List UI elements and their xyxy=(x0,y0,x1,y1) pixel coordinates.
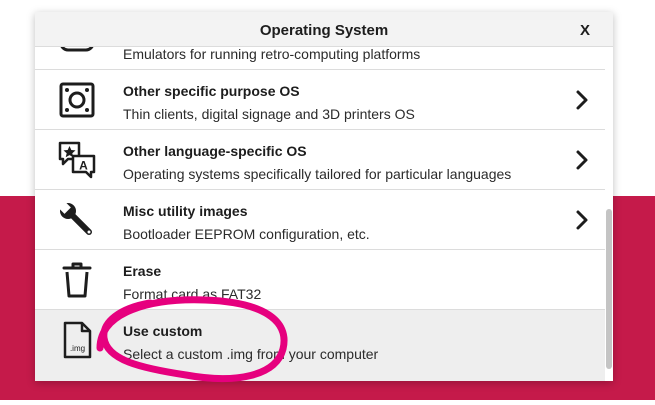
language-icon: A xyxy=(58,141,96,179)
gamepad-icon xyxy=(60,47,94,52)
scrollbar-thumb[interactable] xyxy=(606,209,612,369)
trash-icon xyxy=(62,262,92,298)
list-item-use-custom[interactable]: .img Use custom Select a custom .img fro… xyxy=(35,310,605,381)
page-background-bottom xyxy=(0,400,655,405)
chevron-right-icon xyxy=(576,210,588,230)
list-item-title: Use custom xyxy=(123,323,203,339)
list-item-misc-utility[interactable]: Misc utility images Bootloader EEPROM co… xyxy=(35,190,605,250)
svg-text:A: A xyxy=(79,159,88,173)
list-item-emulation[interactable]: Emulators for running retro-computing pl… xyxy=(35,47,605,70)
list-item-title: Other language-specific OS xyxy=(123,143,307,159)
list-item-title: Other specific purpose OS xyxy=(123,83,300,99)
list-item-description: Select a custom .img from your computer xyxy=(123,346,379,362)
dialog-titlebar: Operating System X xyxy=(35,12,613,47)
chevron-right-icon xyxy=(576,150,588,170)
list-item-description: Format card as FAT32 xyxy=(123,286,262,302)
wrench-icon xyxy=(58,201,92,235)
list-item-description: Thin clients, digital signage and 3D pri… xyxy=(123,106,415,122)
list-item-language-specific[interactable]: A Other language-specific OS Operating s… xyxy=(35,130,605,190)
os-select-dialog: Operating System X Emulators for running… xyxy=(35,12,613,381)
list-item-description: Emulators for running retro-computing pl… xyxy=(123,47,421,62)
list-item-description: Bootloader EEPROM configuration, etc. xyxy=(123,226,370,242)
list-item-title: Erase xyxy=(123,263,162,279)
img-file-icon: .img xyxy=(63,321,92,359)
list-item-description: Operating systems specifically tailored … xyxy=(123,166,512,182)
list-item-specific-purpose[interactable]: Other specific purpose OS Thin clients, … xyxy=(35,70,605,130)
chevron-right-icon xyxy=(576,90,588,110)
list-item-title: Misc utility images xyxy=(123,203,248,219)
dialog-title: Operating System xyxy=(259,22,389,39)
close-button[interactable]: X xyxy=(572,12,598,46)
img-file-icon-label: .img xyxy=(70,344,85,353)
os-list[interactable]: Emulators for running retro-computing pl… xyxy=(35,47,605,381)
device-icon xyxy=(59,82,95,118)
list-item-erase[interactable]: Erase Format card as FAT32 xyxy=(35,250,605,310)
